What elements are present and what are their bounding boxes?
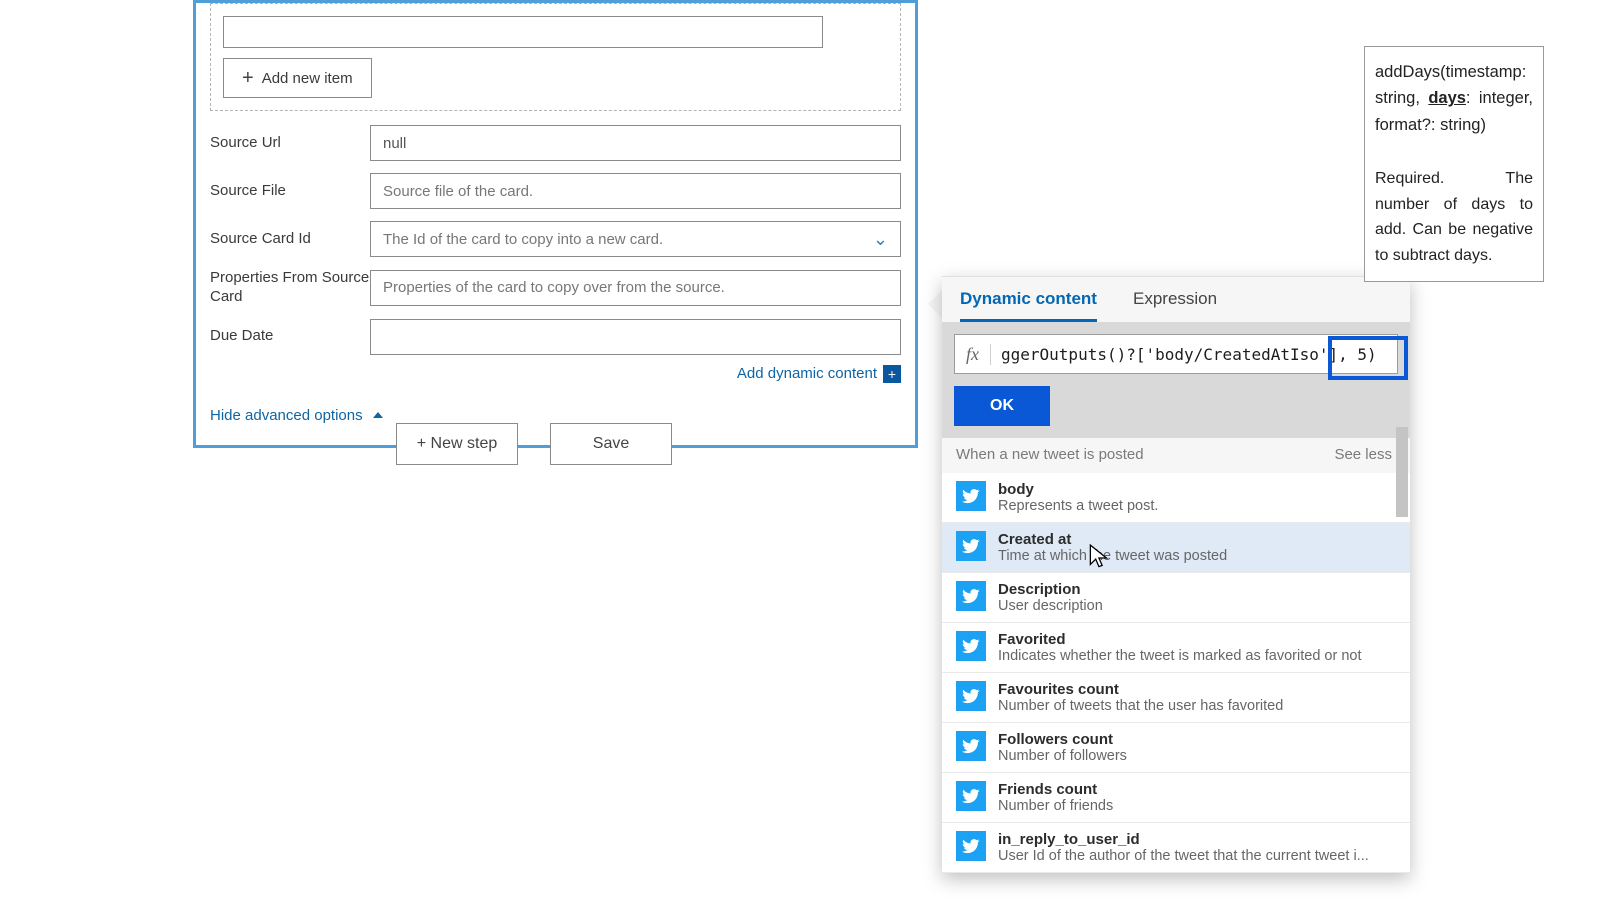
- section-title: When a new tweet is posted: [956, 446, 1144, 463]
- item-description: User description: [998, 598, 1396, 614]
- dynamic-content-item[interactable]: Favourites countNumber of tweets that th…: [942, 673, 1410, 723]
- source-file-label: Source File: [210, 182, 370, 201]
- item-description: Indicates whether the tweet is marked as…: [998, 648, 1396, 664]
- items-repeater: + Add new item: [210, 3, 901, 111]
- source-url-input[interactable]: null: [370, 125, 901, 161]
- expression-text: ggerOutputs()?['body/CreatedAtIso'], 5): [991, 345, 1397, 364]
- source-card-id-select[interactable]: The Id of the card to copy into a new ca…: [370, 221, 901, 257]
- item-title: Friends count: [998, 781, 1396, 798]
- dynamic-content-item[interactable]: in_reply_to_user_idUser Id of the author…: [942, 823, 1410, 873]
- tooltip-description: Required. The number of days to add. Can…: [1375, 166, 1533, 268]
- flow-footer-buttons: + New step Save: [396, 423, 672, 465]
- add-new-item-button[interactable]: + Add new item: [223, 58, 372, 98]
- source-card-id-label: Source Card Id: [210, 230, 370, 249]
- action-card: + Add new item Source Url null Source Fi…: [193, 0, 918, 448]
- hide-advanced-options-link[interactable]: Hide advanced options: [210, 407, 383, 424]
- twitter-icon: [956, 681, 986, 711]
- item-description: Number of followers: [998, 748, 1396, 764]
- dynamic-content-item[interactable]: bodyRepresents a tweet post.: [942, 473, 1410, 523]
- parameter-tooltip: addDays(timestamp: string, days: integer…: [1364, 46, 1544, 282]
- chevron-down-icon: ⌄: [873, 229, 888, 250]
- dynamic-content-item[interactable]: Followers countNumber of followers: [942, 723, 1410, 773]
- scrollbar-thumb[interactable]: [1396, 427, 1408, 517]
- due-date-label: Due Date: [210, 327, 370, 346]
- twitter-icon: [956, 781, 986, 811]
- dynamic-content-item[interactable]: DescriptionUser description: [942, 573, 1410, 623]
- dynamic-content-list: bodyRepresents a tweet post.Created atTi…: [942, 473, 1410, 873]
- props-from-source-label: Properties From Source Card: [210, 269, 370, 307]
- twitter-icon: [956, 531, 986, 561]
- item-title: Followers count: [998, 731, 1396, 748]
- twitter-icon: [956, 731, 986, 761]
- item-title: Favorited: [998, 631, 1396, 648]
- item-input[interactable]: [223, 16, 823, 48]
- item-description: Number of friends: [998, 798, 1396, 814]
- dynamic-content-item[interactable]: FavoritedIndicates whether the tweet is …: [942, 623, 1410, 673]
- item-description: Time at which the tweet was posted: [998, 548, 1396, 564]
- item-title: Favourites count: [998, 681, 1396, 698]
- fx-icon: fx: [955, 344, 991, 365]
- item-description: Number of tweets that the user has favor…: [998, 698, 1396, 714]
- panel-pointer-icon: [928, 290, 942, 318]
- item-title: in_reply_to_user_id: [998, 831, 1396, 848]
- source-url-label: Source Url: [210, 134, 370, 153]
- due-date-input[interactable]: [370, 319, 901, 355]
- twitter-icon: [956, 481, 986, 511]
- add-new-item-label: Add new item: [262, 70, 353, 87]
- item-description: Represents a tweet post.: [998, 498, 1396, 514]
- add-dynamic-content-link[interactable]: Add dynamic content: [737, 365, 877, 382]
- twitter-icon: [956, 581, 986, 611]
- tab-dynamic-content[interactable]: Dynamic content: [960, 289, 1097, 322]
- item-title: body: [998, 481, 1396, 498]
- tab-expression[interactable]: Expression: [1133, 289, 1217, 322]
- item-title: Description: [998, 581, 1396, 598]
- save-button[interactable]: Save: [550, 423, 672, 465]
- item-title: Created at: [998, 531, 1396, 548]
- expression-input[interactable]: fx ggerOutputs()?['body/CreatedAtIso'], …: [954, 334, 1398, 374]
- item-description: User Id of the author of the tweet that …: [998, 848, 1396, 864]
- dynamic-content-badge-icon[interactable]: +: [883, 365, 901, 383]
- dynamic-content-item[interactable]: Created atTime at which the tweet was po…: [942, 523, 1410, 573]
- props-from-source-input[interactable]: Properties of the card to copy over from…: [370, 270, 901, 306]
- chevron-up-icon: [373, 412, 383, 418]
- dynamic-content-panel: Dynamic content Expression fx ggerOutput…: [942, 276, 1410, 873]
- twitter-icon: [956, 631, 986, 661]
- source-file-input[interactable]: Source file of the card.: [370, 173, 901, 209]
- dynamic-content-item[interactable]: Friends countNumber of friends: [942, 773, 1410, 823]
- twitter-icon: [956, 831, 986, 861]
- plus-icon: +: [242, 68, 254, 88]
- ok-button[interactable]: OK: [954, 386, 1050, 426]
- see-less-link[interactable]: See less: [1334, 446, 1392, 463]
- new-step-button[interactable]: + New step: [396, 423, 518, 465]
